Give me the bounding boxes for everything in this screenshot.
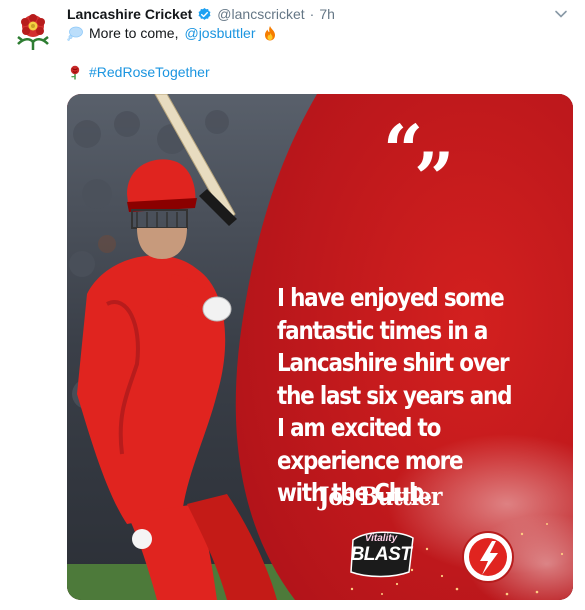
rose-emoji-icon bbox=[70, 65, 80, 80]
quote-text: I have enjoyed some fantastic times in a… bbox=[277, 282, 520, 510]
tweet-timestamp[interactable]: 7h bbox=[319, 6, 335, 22]
quote-line: the last six years and bbox=[277, 380, 513, 410]
quote-line: I have enjoyed some bbox=[277, 283, 505, 312]
close-quote-mark: ” bbox=[414, 137, 455, 220]
tweet[interactable]: Lancashire Cricket @lancscricket · 7h Mo… bbox=[0, 0, 585, 610]
tweet-hashtag-line: #RedRoseTogether bbox=[67, 62, 210, 82]
hashtag-link[interactable]: #RedRoseTogether bbox=[89, 64, 210, 80]
vitality-blast-logo: Vitality BLAST bbox=[349, 531, 413, 575]
speech-bubble-emoji-icon bbox=[67, 26, 83, 41]
logo-text-bottom: BLAST bbox=[350, 544, 412, 565]
tweet-text-line: More to come, @josbuttler bbox=[67, 23, 278, 43]
author-handle[interactable]: @lancscricket bbox=[217, 6, 304, 22]
tweet-header: Lancashire Cricket @lancscricket · 7h bbox=[67, 5, 335, 23]
avatar[interactable] bbox=[10, 8, 56, 54]
quote-line: I am excited to bbox=[277, 413, 441, 442]
separator-dot: · bbox=[309, 6, 315, 22]
quote-line: experience more bbox=[277, 445, 464, 475]
author-name[interactable]: Lancashire Cricket bbox=[67, 6, 192, 22]
chevron-down-icon[interactable] bbox=[553, 6, 569, 22]
verified-badge-icon bbox=[198, 7, 211, 20]
mention-link[interactable]: @josbuttler bbox=[184, 25, 255, 41]
quote-author: Jos Buttler bbox=[319, 482, 442, 511]
red-rose-logo-icon bbox=[17, 14, 49, 50]
quote-line: fantastic times in a bbox=[277, 315, 488, 345]
fire-emoji-icon bbox=[264, 26, 275, 41]
tweet-media-image[interactable]: “ ” I have enjoyed some fantastic times … bbox=[67, 94, 573, 600]
tweet-text: More to come, bbox=[89, 25, 179, 41]
quote-line: Lancashire shirt over bbox=[277, 348, 510, 377]
